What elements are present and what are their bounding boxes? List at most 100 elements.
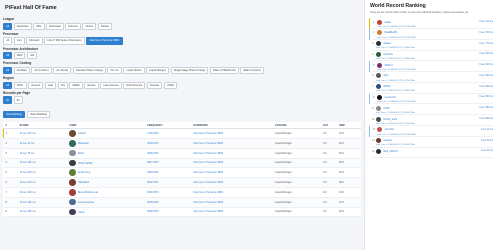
table-row[interactable]: 2 12 sec 10 ms Mirandelo 6606 MHz Intel Core… — [3, 138, 361, 149]
filter-chip-microsoft[interactable]: Microsoft — [26, 37, 43, 45]
filter-chip-apprentice[interactable]: Apprentice — [13, 22, 32, 30]
filter-chip-emea[interactable]: EMEA — [69, 81, 83, 89]
filter-chip-air-stock[interactable]: Air (Stock) — [53, 66, 72, 75]
score-cell[interactable]: 12 sec 78 ms — [17, 148, 68, 159]
filter-chip-air-custom[interactable]: Air (Custom) — [31, 66, 52, 75]
hardware-cell[interactable]: Intel Core i7 Extreme 980X — [191, 187, 274, 198]
filter-chip-extreme[interactable]: Extreme — [65, 22, 82, 30]
filter-chip-water-custom[interactable]: Water (Custom) — [240, 66, 264, 75]
user-cell[interactable]: stummerwinter — [67, 197, 146, 208]
filter-chip-all-water[interactable]: All Water — [13, 66, 30, 75]
world-record-item[interactable]: 5 TaiWi.V 6 sec 910 ms Intel Core i7 140000… — [369, 61, 493, 73]
record-user-link[interactable]: rasshnbr — [383, 53, 479, 56]
user-name-link[interactable]: TaPaKah1 — [78, 181, 90, 184]
world-record-item[interactable]: 4 rasshnbr 6 sec 840 ms Intel Core i7 14000… — [369, 51, 493, 62]
user-cell[interactable]: Mirandelo — [67, 138, 146, 149]
world-record-item[interactable]: 9 CHW 6 sec 980 ms Intel Core i7 1400000 (8… — [369, 104, 493, 116]
score-cell[interactable]: 12 sec 391 ms — [17, 197, 68, 208]
table-row[interactable]: 3 12 sec 78 ms Wiiiez 6606 MHz Intel Core i7… — [3, 148, 361, 159]
user-name-link[interactable]: Jubek — [78, 210, 85, 213]
filter-chip-latin-america[interactable]: Latin America — [100, 81, 122, 89]
table-row[interactable]: 7 12 sec 343 ms BennoBrothers.de 6606 MHz In… — [3, 187, 361, 198]
filter-chip-cascade-phase-change[interactable]: Cascade Phase Change — [72, 66, 107, 75]
filter-chip-america[interactable]: America — [27, 81, 44, 89]
user-cell[interactable]: JDTennis992 — [67, 158, 146, 169]
score-cell[interactable]: 12 sec 492 ms — [17, 207, 68, 218]
filter-chip-all[interactable]: All — [3, 22, 13, 30]
hardware-cell[interactable]: Intel Core i7 Extreme 980X — [191, 138, 274, 149]
filter-chip-x86[interactable]: x86 — [26, 52, 38, 60]
record-user-link[interactable]: NDNS — [383, 85, 479, 88]
world-record-item[interactable]: 12 Guiwoo 7 sec 30 ms Intel Core i7 1400000… — [369, 137, 493, 148]
world-record-item[interactable]: 6 Sbry 6 sec 930 ms Intel Core i7 1400000 (… — [369, 72, 493, 83]
score-cell[interactable]: 12 sec 10 ms — [17, 138, 68, 149]
user-name-link[interactable]: Mirandelo — [78, 142, 89, 145]
user-name-link[interactable]: Wiiiez — [78, 152, 85, 155]
user-name-link[interactable]: JDTennis992 — [78, 161, 92, 164]
table-row[interactable]: 1 11 sec 470 ms Lukesh 7120 MHz Intel Core i… — [3, 128, 361, 139]
filter-chip-liquid-helium[interactable]: Liquid Helium — [123, 66, 145, 75]
world-record-item[interactable]: 10 Pintop_hack 6 sec 990 ms Intel Core i7 1… — [369, 115, 493, 127]
world-record-item[interactable]: 1 sultan 6 sec 416 ms Intel Core i7 1400000… — [369, 18, 493, 29]
hardware-cell[interactable]: Intel Core i7 Extreme 980X — [191, 197, 274, 208]
filter-chip-elite[interactable]: Elite — [33, 22, 45, 30]
filter-chip-oceania[interactable]: Oceania — [146, 81, 163, 89]
filter-chip-arm[interactable]: ARM — [13, 52, 26, 60]
record-user-link[interactable]: Guiwoo — [383, 139, 480, 142]
filter-chip-liquid-nitrogen[interactable]: Liquid Nitrogen — [146, 66, 170, 75]
user-name-link[interactable]: stummerwinter — [78, 201, 94, 204]
filter-chip-intel-core-i7-extreme-980x[interactable]: Intel Core i7 Extreme 980X — [86, 37, 123, 45]
table-row[interactable]: 6 12 sec 310 ms TaPaKah1 6600 MHz Intel Core… — [3, 177, 361, 188]
filter-chip-europe[interactable]: Europe — [84, 81, 99, 89]
world-record-item[interactable]: 2 MetaBiodB. 6 sec 720 ms Intel Core i7 140… — [369, 28, 493, 40]
filter-chip-all[interactable]: All — [3, 81, 13, 89]
filter-chip-single-stage-phase-change[interactable]: Single Stage Phase Change — [170, 66, 209, 75]
hardware-cell[interactable]: Intel Core i7 Extreme 980X — [191, 167, 274, 179]
hardware-cell[interactable]: Intel Core i7 Extreme 980X — [191, 148, 274, 159]
record-user-link[interactable]: mechenOr — [384, 96, 479, 99]
hardware-cell[interactable]: Intel Core i7 Extreme 980X — [191, 158, 274, 169]
filter-chip-all[interactable]: All — [3, 37, 13, 45]
filter-chip-20[interactable]: 20 — [3, 96, 13, 104]
record-user-link[interactable]: CHW — [383, 107, 479, 110]
world-record-item[interactable]: 8 mechenOr 6 sec 950 ms Intel Core i7 14000… — [369, 93, 493, 105]
record-user-link[interactable]: Blck_sRlnC3 — [383, 150, 480, 153]
hardware-cell[interactable]: Intel Core i7 Extreme 980X — [191, 177, 274, 188]
user-name-link[interactable]: AndreYang — [78, 171, 90, 174]
table-row[interactable]: 9 12 sec 492 ms Jubek 6606 MHz Intel Core i7… — [3, 207, 361, 218]
record-user-link[interactable]: sultan — [384, 21, 479, 24]
user-cell[interactable]: Lukesh — [67, 128, 146, 139]
table-row[interactable]: 4 12 sec 160 ms JDTennis992 6647 MHz Intel C… — [3, 158, 361, 169]
table-row[interactable]: 5 12 sec 250 ms AndreYang 6646 MHz Intel Cor… — [3, 167, 361, 179]
filter-chip-all[interactable]: All — [3, 66, 13, 75]
filter-chip-all[interactable]: All — [3, 52, 13, 60]
filter-chip-rookie[interactable]: Rookie — [97, 22, 113, 30]
world-record-item[interactable]: 13 Blck_sRlnC3 7 sec 40 ms — [369, 148, 493, 159]
world-record-item[interactable]: 7 NDNS 6 sec 940 ms Intel Core i7 1400000 (… — [369, 83, 493, 94]
filter-chip-dry-ice[interactable]: Dry Ice — [107, 66, 122, 75]
score-cell[interactable]: 12 sec 250 ms — [17, 167, 68, 179]
filter-chip-ussr[interactable]: USSR — [163, 81, 178, 89]
tab-solo-ranking[interactable]: Solo Ranking — [3, 110, 26, 118]
filter-chip-novice[interactable]: Novice — [82, 22, 97, 30]
record-user-link[interactable]: Splave — [383, 42, 479, 45]
filter-chip-water-chilled-cold[interactable]: Water (Chilled/Cold) — [209, 66, 239, 75]
filter-chip-intel[interactable]: Intel — [13, 37, 25, 45]
record-user-link[interactable]: Sbry — [383, 74, 479, 77]
filter-chip-apac[interactable]: APAC — [13, 81, 27, 89]
user-cell[interactable]: TaPaKah1 — [67, 177, 146, 188]
user-cell[interactable]: Wiiiez — [67, 148, 146, 159]
filter-chip-asia[interactable]: Asia — [44, 81, 57, 89]
score-cell[interactable]: 12 sec 160 ms — [17, 158, 68, 169]
hardware-cell[interactable]: Intel Core i7 Extreme 980X — [191, 207, 274, 218]
hardware-cell[interactable]: Intel Core i7 Extreme 980X — [191, 128, 274, 139]
record-hardware-spec[interactable] — [372, 155, 493, 159]
score-cell[interactable]: 11 sec 470 ms — [17, 128, 68, 139]
world-record-item[interactable]: 11 xJmcNG 7 sec 10 ms Intel Core i7 1400000… — [369, 126, 493, 137]
filter-chip-enthusiast[interactable]: Enthusiast — [45, 22, 64, 30]
filter-chip-50[interactable]: 50 — [13, 96, 23, 104]
user-name-link[interactable]: Lukesh — [78, 132, 86, 135]
user-name-link[interactable]: BennoBrothers.de — [78, 191, 98, 194]
score-cell[interactable]: 12 sec 310 ms — [17, 177, 68, 188]
record-user-link[interactable]: MetaBiodB. — [384, 31, 479, 34]
